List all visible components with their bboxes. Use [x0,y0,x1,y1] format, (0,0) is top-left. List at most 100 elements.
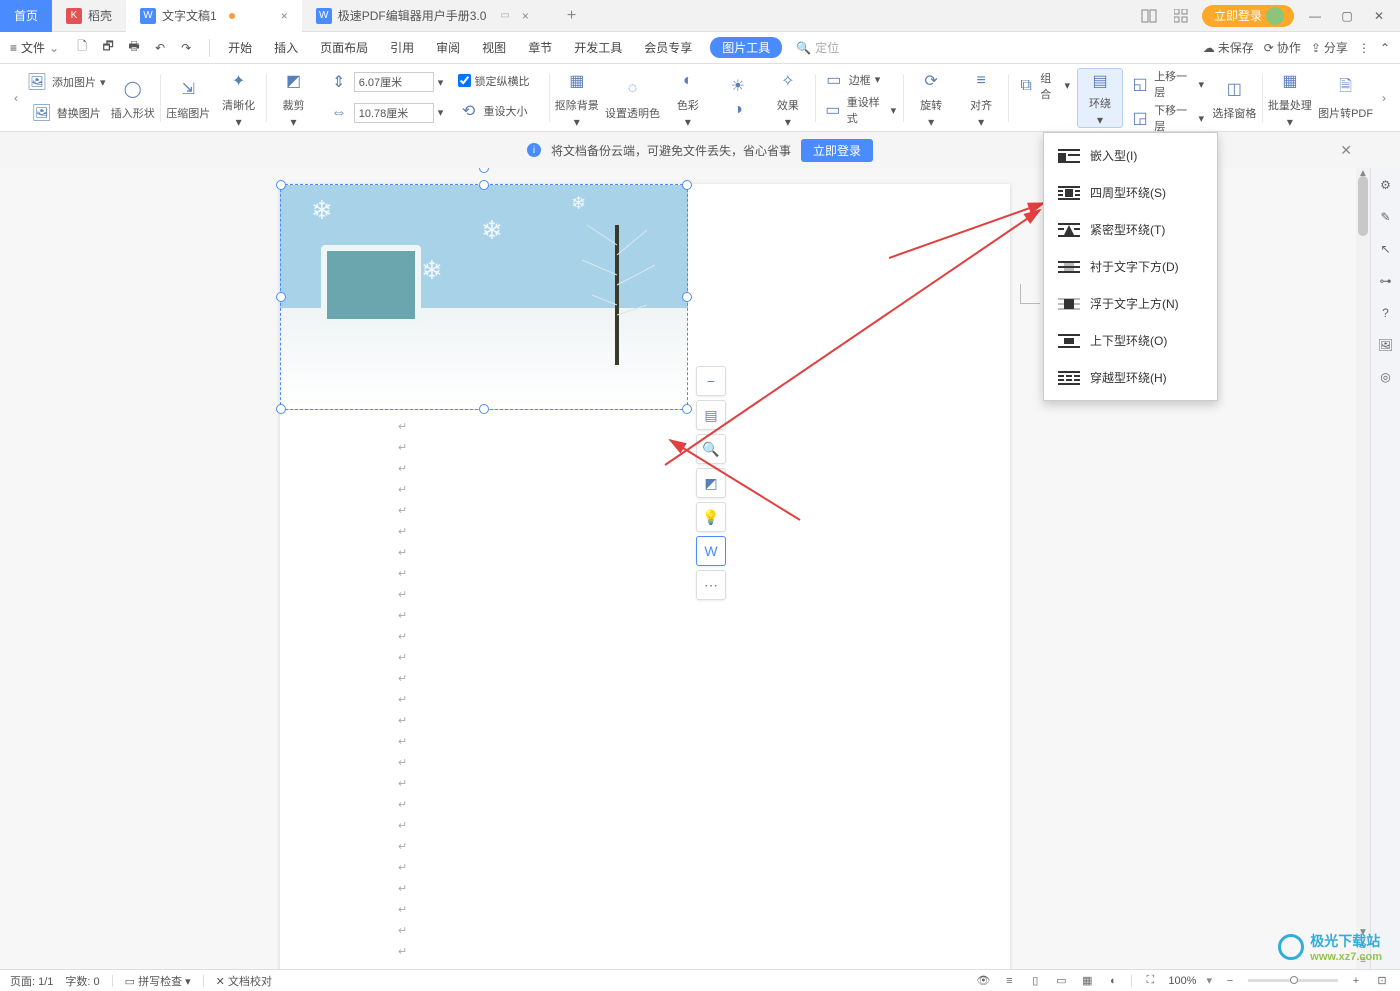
zoom-out-icon[interactable]: − [1222,973,1238,989]
page[interactable]: ❄ ❄ ❄ ❄ ↵↵↵↵↵↵↵↵↵↵↵↵↵↵↵↵↵↵↵↵↵↵↵↵↵↵↵↵↵ [280,184,1010,969]
tab-doc1[interactable]: W 文字文稿1 × [126,0,302,32]
tab-close-icon[interactable]: × [281,9,288,23]
grp-batch[interactable]: ▦批量处理▾ [1267,64,1314,131]
float-zoom-icon[interactable]: 🔍 [696,434,726,464]
print-icon[interactable]: 🖶 [125,39,143,57]
sp-adjust-icon[interactable]: ⊶ [1377,272,1395,290]
menu-reference[interactable]: 引用 [386,37,418,58]
grp-removebg[interactable]: ▦抠除背景▾ [553,64,600,131]
menu-imagetools[interactable]: 图片工具 [710,37,782,58]
resize-handle[interactable] [276,180,286,190]
view-eye-icon[interactable]: 👁 [975,973,991,989]
send-backward-button[interactable]: ◲下移一层▾ [1130,102,1204,134]
float-more-icon[interactable]: ⋯ [696,570,726,600]
scroll-thumb[interactable] [1358,176,1368,236]
menu-start[interactable]: 开始 [224,37,256,58]
menu-pagelayout[interactable]: 页面布局 [316,37,372,58]
spellcheck-toggle[interactable]: ▭ 拼写检查 ▾ [125,973,191,989]
grp-effect[interactable]: ✧效果▾ [765,64,811,131]
menu-member[interactable]: 会员专享 [640,37,696,58]
menu-chapter[interactable]: 章节 [524,37,556,58]
tab-doc2[interactable]: W 极速PDF编辑器用户手册3.0 ▭ × [302,0,543,32]
maximize-button[interactable]: ▢ [1336,5,1358,27]
kebab-icon[interactable]: ⋮ [1358,41,1370,55]
bring-forward-button[interactable]: ◱上移一层▾ [1130,68,1204,100]
resize-handle[interactable] [276,292,286,302]
rotate-handle[interactable] [479,168,489,173]
wrap-behind[interactable]: 衬于文字下方(D) [1044,248,1217,285]
zoom-level[interactable]: 100% [1168,975,1196,987]
wrap-topbottom[interactable]: 上下型环绕(O) [1044,322,1217,359]
reset-style-button[interactable]: ▭重设样式▾ [823,94,896,126]
grp-align[interactable]: ≡对齐▾ [958,64,1004,131]
vertical-scrollbar[interactable]: ▲ ▼ ≡ ≡ [1356,168,1370,969]
grp-insert-shape[interactable]: ◯插入形状 [109,64,156,131]
tab-more-icon[interactable]: ▭ [500,10,509,21]
collapse-ribbon-icon[interactable]: ⌃ [1380,41,1390,55]
zoom-knob[interactable] [1290,976,1298,984]
close-button[interactable]: ✕ [1368,5,1390,27]
ribbon-scroll-left[interactable]: ‹ [10,91,22,105]
view-page-icon[interactable]: ▯ [1027,973,1043,989]
login-button[interactable]: 立即登录 [1202,5,1294,27]
height-input[interactable]: 6.07厘米 [354,72,434,92]
lock-aspect-checkbox[interactable]: 锁定纵横比 [458,73,530,89]
sp-image-icon[interactable]: 🖼 [1377,336,1395,354]
wrap-front[interactable]: 浮于文字上方(N) [1044,285,1217,322]
banner-close-icon[interactable]: ✕ [1340,142,1352,159]
page-count[interactable]: 页面: 1/1 [10,973,53,989]
menu-view[interactable]: 视图 [478,37,510,58]
grp-wrap[interactable]: ▤环绕▾ [1077,68,1123,128]
zoom-in-icon[interactable]: + [1348,973,1364,989]
locate-input[interactable]: 🔍 定位 [796,39,839,56]
fit-icon[interactable]: ⛶ [1142,973,1158,989]
minimize-button[interactable]: — [1304,5,1326,27]
night-mode-icon[interactable]: ◐ [1105,973,1121,989]
file-menu[interactable]: ≡ 文件 ⌄ [10,39,59,56]
view-outline-icon[interactable]: ≡ [1001,973,1017,989]
float-convert-icon[interactable]: W [696,536,726,566]
resize-handle[interactable] [276,404,286,414]
share-button[interactable]: ⇪ 分享 [1311,39,1348,56]
view-read-icon[interactable]: ▭ [1053,973,1069,989]
grp-topdf[interactable]: 🗎图片转PDF [1317,64,1374,131]
grp-compress[interactable]: ⇲压缩图片 [165,64,212,131]
word-count[interactable]: 字数: 0 [65,973,99,989]
resize-handle[interactable] [479,180,489,190]
menu-devtools[interactable]: 开发工具 [570,37,626,58]
sp-settings-icon[interactable]: ⚙ [1377,176,1395,194]
resize-handle[interactable] [682,180,692,190]
wrap-inline[interactable]: 嵌入型(I) [1044,137,1217,174]
zoom-slider[interactable] [1248,979,1338,982]
wrap-square[interactable]: 四周型环绕(S) [1044,174,1217,211]
resize-handle[interactable] [682,404,692,414]
grp-effect-small[interactable]: ☀◑ [715,64,761,131]
sp-target-icon[interactable]: ◎ [1377,368,1395,386]
float-zoomout-icon[interactable]: − [696,366,726,396]
print-preview-icon[interactable]: 🗗 [99,39,117,57]
tab-home[interactable]: 首页 [0,0,52,32]
resize-handle[interactable] [682,292,692,302]
sp-help-icon[interactable]: ? [1377,304,1395,322]
grp-settrans[interactable]: ◌设置透明色 [604,64,661,131]
sp-select-icon[interactable]: ↖ [1377,240,1395,258]
wrap-tight[interactable]: 紧密型环绕(T) [1044,211,1217,248]
reset-size-button[interactable]: ⟲重设大小 [458,100,528,122]
resize-handle[interactable] [479,404,489,414]
apps-icon[interactable] [1170,5,1192,27]
float-crop-icon[interactable]: ◩ [696,468,726,498]
grp-selectpane[interactable]: ◫选择窗格 [1211,64,1258,131]
grp-group[interactable]: ⧉组合▾ [1013,64,1073,131]
mode-icon[interactable] [1138,5,1160,27]
unsaved-status[interactable]: ☁ 未保存 [1203,39,1254,56]
selected-image[interactable]: ❄ ❄ ❄ ❄ [280,184,688,410]
proofread-toggle[interactable]: ✕ 文档校对 [216,973,272,989]
tab-new[interactable]: + [543,0,600,32]
redo-icon[interactable]: ↷ [177,39,195,57]
grp-color[interactable]: ◐色彩▾ [665,64,711,131]
wrap-through[interactable]: 穿越型环绕(H) [1044,359,1217,396]
save-icon[interactable]: 🗋 [73,39,91,57]
bottom-panel-icon[interactable]: ⊡ [1374,973,1390,989]
tab-daoke[interactable]: K稻壳 [52,0,126,32]
tab-close-icon[interactable]: × [522,9,529,23]
